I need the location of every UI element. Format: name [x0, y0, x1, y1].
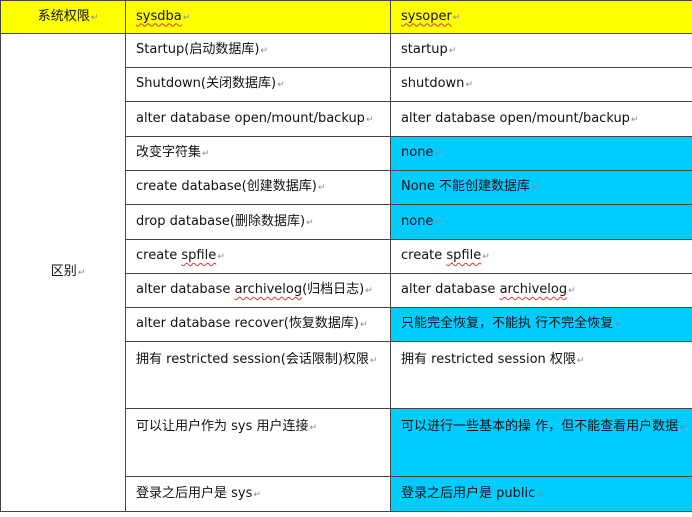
paragraph-mark: ↵ [630, 114, 639, 125]
cell-text: alter database [401, 282, 500, 297]
paragraph-mark: ↵ [253, 489, 261, 500]
paragraph-mark: ↵ [182, 12, 191, 23]
paragraph-mark: ↵ [536, 489, 544, 500]
paragraph-mark: ↵ [434, 149, 442, 159]
sysoper-cell: None 不能创建数据库↵ [390, 170, 692, 205]
sysoper-cell: alter database archivelog↵ [390, 273, 692, 308]
cell-text: alter database open/mount/backup [401, 110, 630, 126]
sysdba-cell: 拥有 restricted session(会话限制)权限↵ [125, 341, 391, 409]
cell-text-flagged: spfile [181, 248, 217, 263]
sysdba-cell: alter database archivelog(归档日志)↵ [125, 273, 391, 308]
cell-text-flagged: archivelog [234, 282, 303, 297]
cell-text: create [136, 248, 182, 263]
cell-text: 登录之后用户是 sys [136, 485, 253, 501]
sysoper-cell: 只能完全恢复，不能执 行不完全恢复↵ [390, 307, 692, 342]
sysdba-cell: create spfile↵ [125, 239, 391, 274]
paragraph-mark: ↵ [576, 356, 585, 366]
category-label: 区别 [50, 264, 77, 279]
paragraph-mark: ↵ [568, 286, 576, 296]
paragraph-mark: ↵ [531, 183, 539, 193]
paragraph-mark: ↵ [90, 12, 99, 23]
paragraph-mark: ↵ [317, 183, 326, 193]
cell-text: 只能完全恢复，不能执 行不完全恢复 [401, 316, 614, 331]
cell-text: startup [401, 42, 448, 57]
header-cell-sysoper: sysoper↵ [390, 0, 692, 34]
cell-text: 可以进行一些基本的操 作，但不能查看用户数据 [401, 419, 679, 434]
cell-text: none [401, 145, 434, 160]
cell-text: None 不能创建数据库 [401, 179, 531, 194]
cell-text: 改变字符集 [136, 145, 202, 160]
paragraph-mark: ↵ [260, 46, 268, 56]
paragraph-mark: ↵ [434, 217, 442, 228]
privilege-comparison-table: 系统权限↵ sysdba↵ sysoper↵ 区别↵ Startup(启动数据库… [0, 0, 692, 512]
sysdba-cell: drop database(删除数据库)↵ [125, 204, 391, 240]
cell-text: alter database open/mount/backup [136, 110, 365, 126]
cell-text: alter database recover(恢复数据库) [136, 316, 359, 331]
sysdba-cell: Startup(启动数据库)↵ [125, 33, 391, 68]
cell-text: create database(创建数据库) [136, 179, 317, 194]
category-cell: 区别↵ [0, 33, 126, 512]
cell-text: alter database [136, 282, 235, 297]
header-label: 系统权限 [37, 8, 90, 24]
paragraph-mark: ↵ [309, 423, 318, 433]
header-label: sysoper [401, 8, 452, 24]
header-label: sysdba [136, 8, 182, 24]
paragraph-mark: ↵ [277, 80, 285, 90]
sysoper-cell: 可以进行一些基本的操 作，但不能查看用户数据↵ [390, 408, 692, 477]
paragraph-mark: ↵ [77, 268, 86, 278]
paragraph-mark: ↵ [365, 114, 374, 125]
sysoper-cell: 登录之后用户是 public↵ [390, 476, 692, 512]
sysdba-cell: 改变字符集↵ [125, 136, 391, 171]
paragraph-mark: ↵ [452, 12, 461, 23]
paragraph-mark: ↵ [369, 356, 378, 366]
sysoper-cell: 拥有 restricted session 权限↵ [390, 341, 692, 409]
sysdba-cell: alter database recover(恢复数据库)↵ [125, 307, 391, 342]
sysoper-cell: startup↵ [390, 33, 692, 68]
cell-text: drop database(删除数据库) [136, 213, 306, 229]
cell-text: Startup(启动数据库) [136, 42, 260, 57]
cell-text: (归档日志) [302, 282, 365, 297]
header-cell-sysdba: sysdba↵ [125, 0, 391, 34]
paragraph-mark: ↵ [217, 252, 225, 262]
cell-text-flagged: archivelog [499, 282, 568, 297]
cell-text: 拥有 restricted session 权限 [401, 352, 576, 367]
paragraph-mark: ↵ [448, 46, 457, 56]
paragraph-mark: ↵ [365, 286, 373, 296]
cell-text: 登录之后用户是 public [401, 485, 536, 501]
header-row: 系统权限↵ sysdba↵ sysoper↵ [0, 0, 692, 34]
paragraph-mark: ↵ [482, 252, 490, 262]
cell-text: none [401, 213, 434, 229]
header-cell-privilege: 系统权限↵ [0, 0, 126, 34]
paragraph-mark: ↵ [465, 80, 473, 90]
cell-text: 拥有 restricted session(会话限制)权限 [136, 352, 369, 367]
cell-text: create [401, 248, 447, 263]
sysdba-cell: 可以让用户作为 sys 用户连接↵ [125, 408, 391, 477]
sysoper-cell: create spfile↵ [390, 239, 692, 274]
sysdba-cell: create database(创建数据库)↵ [125, 170, 391, 205]
sysoper-cell: none↵ [390, 204, 692, 240]
sysdba-cell: 登录之后用户是 sys↵ [125, 476, 391, 512]
sysoper-cell: alter database open/mount/backup↵ [390, 101, 692, 137]
cell-text: shutdown [401, 76, 465, 91]
cell-text: 可以让用户作为 sys 用户连接 [136, 419, 309, 434]
paragraph-mark: ↵ [679, 423, 687, 433]
cell-text-flagged: spfile [446, 248, 482, 263]
paragraph-mark: ↵ [202, 149, 210, 159]
paragraph-mark: ↵ [614, 320, 622, 330]
sysoper-cell: none↵ [390, 136, 692, 171]
table-row: 区别↵ Startup(启动数据库)↵ startup↵ [0, 33, 692, 512]
sysdba-cell: alter database open/mount/backup↵ [125, 101, 391, 137]
paragraph-mark: ↵ [359, 320, 368, 330]
cell-text: Shutdown(关闭数据库) [136, 76, 277, 91]
sysoper-cell: shutdown↵ [390, 67, 692, 102]
paragraph-mark: ↵ [306, 217, 314, 228]
sysdba-cell: Shutdown(关闭数据库)↵ [125, 67, 391, 102]
